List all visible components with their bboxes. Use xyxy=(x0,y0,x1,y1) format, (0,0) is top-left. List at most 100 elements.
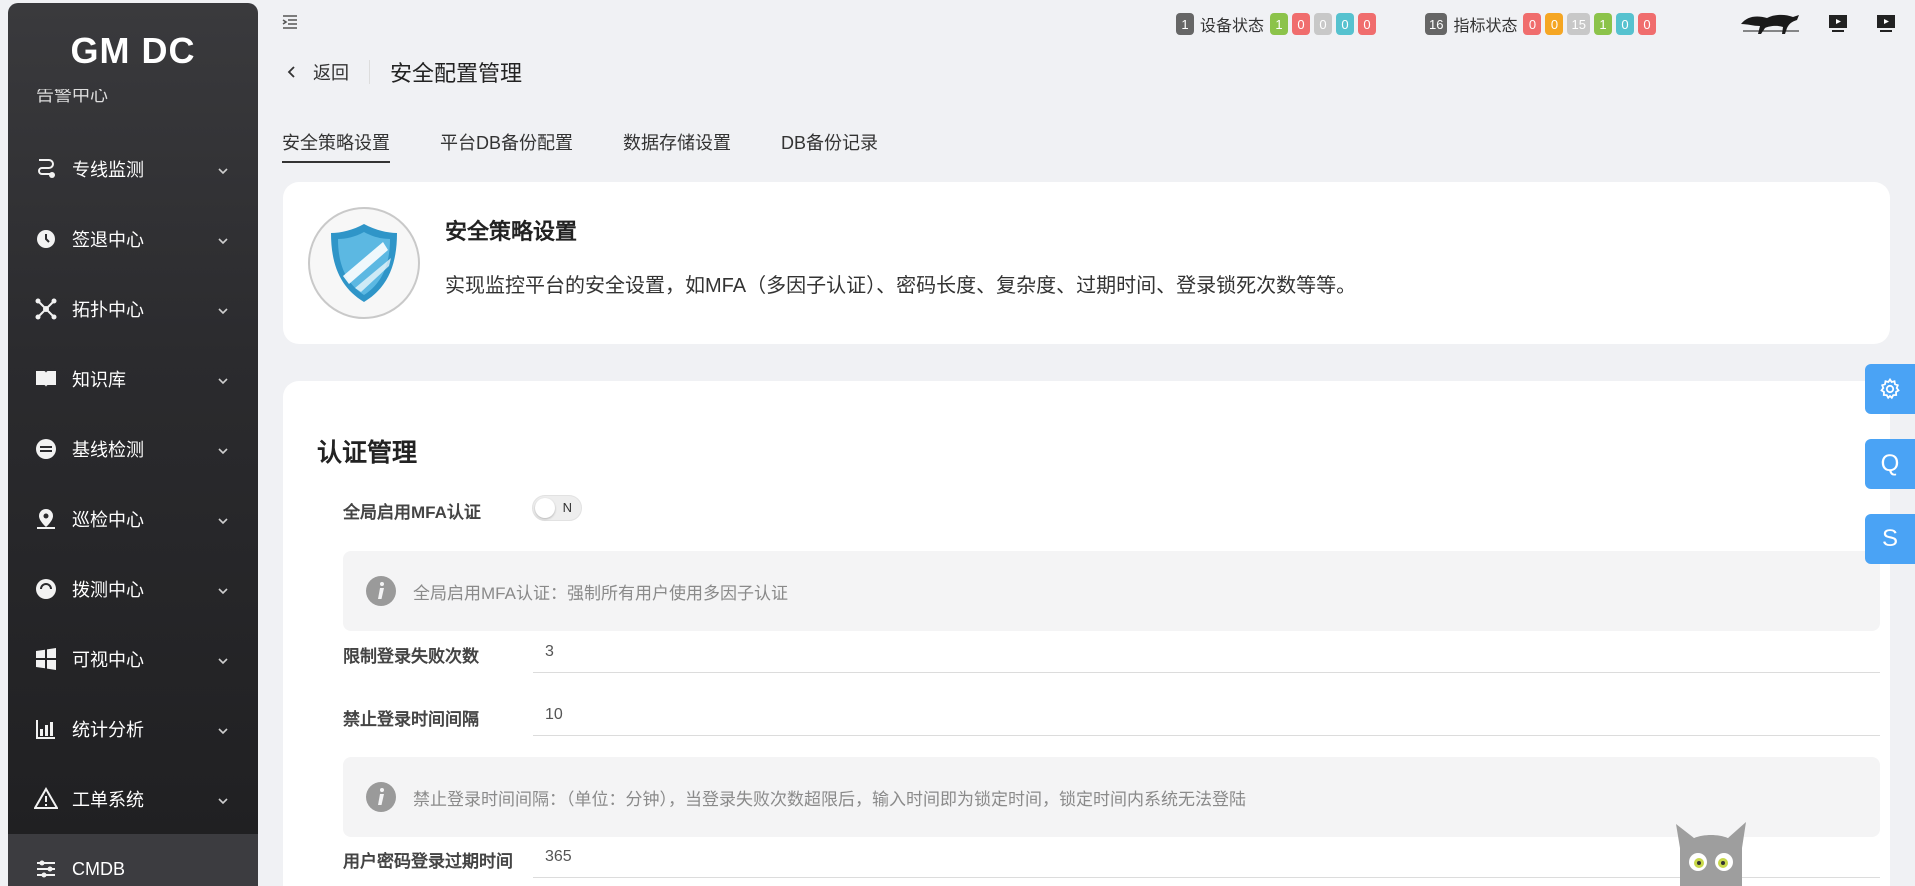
device-status-badge[interactable]: 0 xyxy=(1358,13,1377,35)
device-status-total: 1 xyxy=(1176,13,1194,35)
indicator-status-label: 指标状态 xyxy=(1453,18,1518,35)
mfa-info-text: 全局启用MFA认证：强制所有用户使用多因子认证 xyxy=(413,583,788,603)
mfa-info-box: 全局启用MFA认证：强制所有用户使用多因子认证 xyxy=(343,551,1880,631)
device-status-badge[interactable]: 0 xyxy=(1336,13,1355,35)
fail-limit-label: 限制登录失败次数 xyxy=(343,647,479,666)
sidebar-item-7[interactable]: 可视中心 xyxy=(8,624,258,694)
auth-management-card: 认证管理 全局启用MFA认证 N 全局启用MFA认证：强制所有用户使用多因子认证… xyxy=(283,381,1890,886)
sidebar-item-label: CMDB xyxy=(72,858,125,879)
device-status-badge[interactable]: 0 xyxy=(1314,13,1333,35)
ban-interval-info-text: 禁止登录时间间隔：（单位：分钟），当登录失败次数超限后，输入时间即为锁定时间，锁… xyxy=(413,789,1246,809)
info-icon xyxy=(366,576,396,606)
sidebar-item-partial-label: 告警中心 xyxy=(36,89,108,105)
ban-interval-label: 禁止登录时间间隔 xyxy=(343,710,479,729)
cat-mascot-icon[interactable] xyxy=(1672,818,1752,886)
chevron-down-icon xyxy=(216,652,230,666)
sidebar-item-label: 签退中心 xyxy=(72,230,144,250)
warning-icon xyxy=(32,785,60,813)
sidebar-item-4[interactable]: 基线检测 xyxy=(8,414,258,484)
topology-icon xyxy=(32,295,60,323)
dial-icon xyxy=(32,575,60,603)
pwd-expire-label: 用户密码登录过期时间 xyxy=(343,852,513,871)
sidebar-item-label: 专线监测 xyxy=(72,160,144,180)
back-label: 返回 xyxy=(313,63,349,83)
ban-interval-info-box: 禁止登录时间间隔：（单位：分钟），当登录失败次数超限后，输入时间即为锁定时间，锁… xyxy=(343,757,1880,837)
sidebar-item-8[interactable]: 统计分析 xyxy=(8,694,258,764)
mfa-toggle[interactable]: N xyxy=(532,495,582,521)
tab-db-backup-records[interactable]: DB备份记录 xyxy=(781,125,878,165)
sidebar-item-1[interactable]: 签退中心 xyxy=(8,204,258,274)
sidebar-item-10[interactable]: CMDB xyxy=(8,834,258,886)
sidebar-menu: 专线监测签退中心拓扑中心知识库基线检测巡检中心拨测中心可视中心统计分析工单系统 C… xyxy=(8,134,258,886)
tab-security-policy[interactable]: 安全策略设置 xyxy=(282,125,390,165)
fail-limit-input[interactable]: 3 xyxy=(533,631,1880,673)
sidebar-item-label: 统计分析 xyxy=(72,720,144,740)
s-float-button[interactable]: S xyxy=(1865,514,1915,564)
topbar: 1 设备状态 10000 16 指标状态 0 0 15 1 0 0 xyxy=(258,0,1915,46)
chevron-down-icon xyxy=(216,792,230,806)
sidebar-item-5[interactable]: 巡检中心 xyxy=(8,484,258,554)
panther-logo-icon xyxy=(1741,14,1799,34)
intro-card: 安全策略设置 实现监控平台的安全设置，如MFA（多因子认证）、密码长度、复杂度、… xyxy=(283,182,1890,344)
tab-db-backup-config[interactable]: 平台DB备份配置 xyxy=(440,125,573,165)
sidebar-item-label: 可视中心 xyxy=(72,650,144,670)
chevron-down-icon xyxy=(216,582,230,596)
sidebar-item-2[interactable]: 拓扑中心 xyxy=(8,274,258,344)
chevron-down-icon xyxy=(216,232,230,246)
indicator-status-badge[interactable]: 0 xyxy=(1545,13,1564,35)
video-icon[interactable] xyxy=(1827,12,1849,34)
device-status-badge[interactable]: 0 xyxy=(1292,13,1311,35)
mfa-label: 全局启用MFA认证 xyxy=(343,503,481,522)
gear-icon xyxy=(1880,377,1900,400)
page-header: 返回 安全配置管理 xyxy=(285,56,522,88)
tab-bar: 安全策略设置 平台DB备份配置 数据存储设置 DB备份记录 xyxy=(282,125,928,165)
indicator-status-badge[interactable]: 0 xyxy=(1637,13,1656,35)
indicator-status-total: 16 xyxy=(1425,13,1448,35)
sidebar-item-label: 拓扑中心 xyxy=(72,300,144,320)
sidebar-item-9[interactable]: 工单系统 xyxy=(8,764,258,834)
q-float-button[interactable]: Q xyxy=(1865,439,1915,489)
windows-icon xyxy=(32,645,60,673)
settings-float-button[interactable] xyxy=(1865,364,1915,414)
sidebar: GM DC 告警中心 专线监测签退中心拓扑中心知识库基线检测巡检中心拨测中心可视… xyxy=(8,3,258,886)
brand-logo: GM DC xyxy=(70,29,196,71)
section-title: 认证管理 xyxy=(317,439,418,467)
location-pin-icon xyxy=(32,505,60,533)
tab-data-storage[interactable]: 数据存储设置 xyxy=(623,125,731,165)
indicator-status-badge[interactable]: 0 xyxy=(1615,13,1634,35)
chevron-down-icon xyxy=(216,372,230,386)
indicator-status-badges: 0 0 15 1 0 0 xyxy=(1523,13,1659,35)
device-status-label: 设备状态 xyxy=(1200,18,1265,35)
sidebar-item-6[interactable]: 拨测中心 xyxy=(8,554,258,624)
sidebar-item-label: 知识库 xyxy=(72,370,126,390)
chevron-down-icon xyxy=(216,302,230,316)
sidebar-item-3[interactable]: 知识库 xyxy=(8,344,258,414)
sidebar-item-label: 拨测中心 xyxy=(72,580,144,600)
device-status[interactable]: 1 设备状态 10000 xyxy=(1176,12,1380,36)
indicator-status[interactable]: 16 指标状态 0 0 15 1 0 0 xyxy=(1425,12,1660,36)
chevron-down-icon xyxy=(216,442,230,456)
ban-interval-input[interactable]: 10 xyxy=(533,694,1880,736)
topbar-right xyxy=(1739,10,1897,36)
device-status-badge[interactable]: 1 xyxy=(1270,13,1289,35)
chevron-down-icon xyxy=(216,162,230,176)
info-icon xyxy=(366,782,396,812)
sidebar-item-label: 巡检中心 xyxy=(72,510,144,530)
back-button[interactable]: 返回 xyxy=(285,60,370,84)
indicator-status-badge[interactable]: 15 xyxy=(1567,13,1590,35)
collapse-menu-icon[interactable] xyxy=(280,12,302,32)
intro-title: 安全策略设置 xyxy=(445,219,578,244)
intro-description: 实现监控平台的安全设置，如MFA（多因子认证）、密码长度、复杂度、过期时间、登录… xyxy=(445,275,1357,297)
sidebar-item-0[interactable]: 专线监测 xyxy=(8,134,258,204)
mfa-toggle-label: N xyxy=(562,500,572,515)
indicator-status-badge[interactable]: 1 xyxy=(1593,13,1612,35)
sliders-icon xyxy=(32,855,60,883)
device-status-badges: 10000 xyxy=(1270,13,1380,35)
sidebar-item-label: 工单系统 xyxy=(72,790,144,810)
sidebar-item-partial[interactable]: 告警中心 xyxy=(8,89,258,111)
indicator-status-badge[interactable]: 0 xyxy=(1523,13,1542,35)
book-icon xyxy=(32,365,60,393)
clock-icon xyxy=(32,225,60,253)
screen-cast-icon[interactable] xyxy=(1875,12,1897,34)
shield-icon xyxy=(308,207,420,319)
